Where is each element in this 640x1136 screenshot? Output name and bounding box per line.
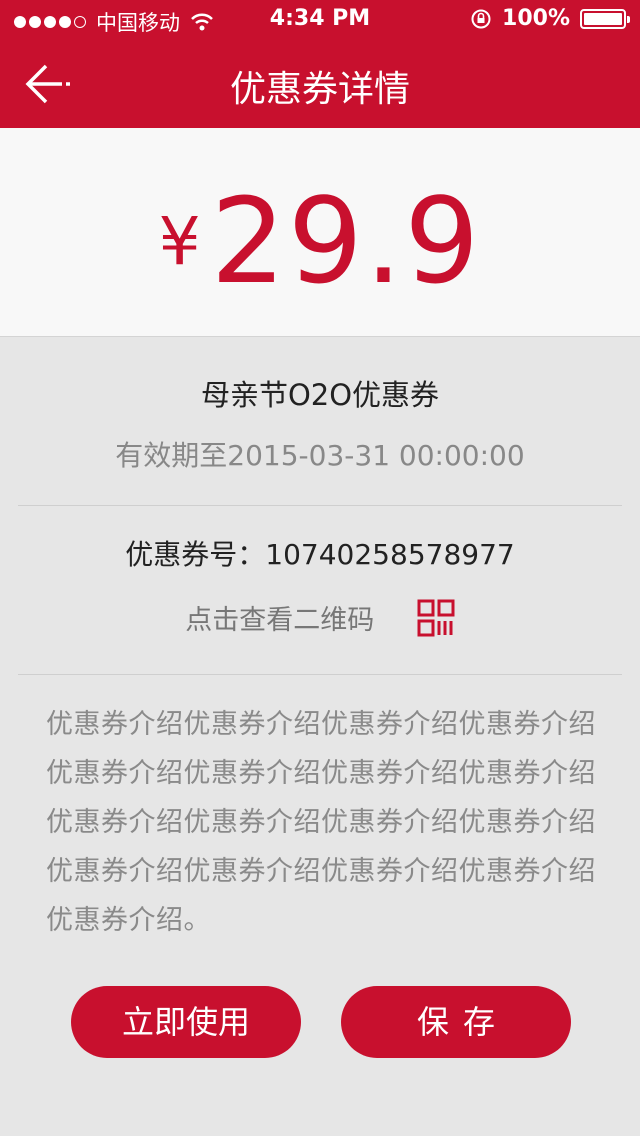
qr-code-icon[interactable]	[417, 599, 455, 637]
coupon-validity: 有效期至2015-03-31 00:00:00	[115, 439, 525, 472]
coupon-intro: 优惠券介绍优惠券介绍优惠券介绍优惠券介绍优惠券介绍优惠券介绍优惠券介绍优惠券介绍…	[46, 709, 596, 936]
battery-icon	[580, 8, 630, 29]
coupon-name: 母亲节O2O优惠券	[200, 378, 440, 412]
coupon-number-value: 10740258578977	[265, 538, 515, 571]
divider	[18, 674, 622, 675]
orientation-lock-icon	[471, 9, 491, 28]
header: 中国移动 4:34 PM 100% 优惠券详情	[0, 0, 640, 128]
save-button[interactable]: 保存	[341, 986, 571, 1058]
coupon-amount: ¥29.9	[0, 172, 640, 310]
qr-hint-label[interactable]: 点击查看二维码	[185, 605, 374, 636]
coupon-number: 优惠券号：10740258578977	[0, 533, 640, 573]
currency-symbol: ¥	[158, 203, 201, 280]
page-title: 优惠券详情	[229, 69, 410, 110]
amount-value: 29.9	[210, 172, 482, 310]
divider	[18, 505, 622, 506]
amount-panel: ¥29.9	[0, 128, 640, 337]
status-bar: 中国移动 4:34 PM 100%	[0, 0, 640, 40]
qr-link[interactable]: 点击查看二维码	[0, 598, 640, 637]
status-right: 100%	[470, 6, 630, 31]
nav-bar: 优惠券详情	[0, 40, 640, 128]
coupon-number-label: 优惠券号：	[125, 538, 266, 571]
battery-percent: 100%	[502, 6, 570, 31]
use-now-button[interactable]: 立即使用	[71, 986, 301, 1058]
